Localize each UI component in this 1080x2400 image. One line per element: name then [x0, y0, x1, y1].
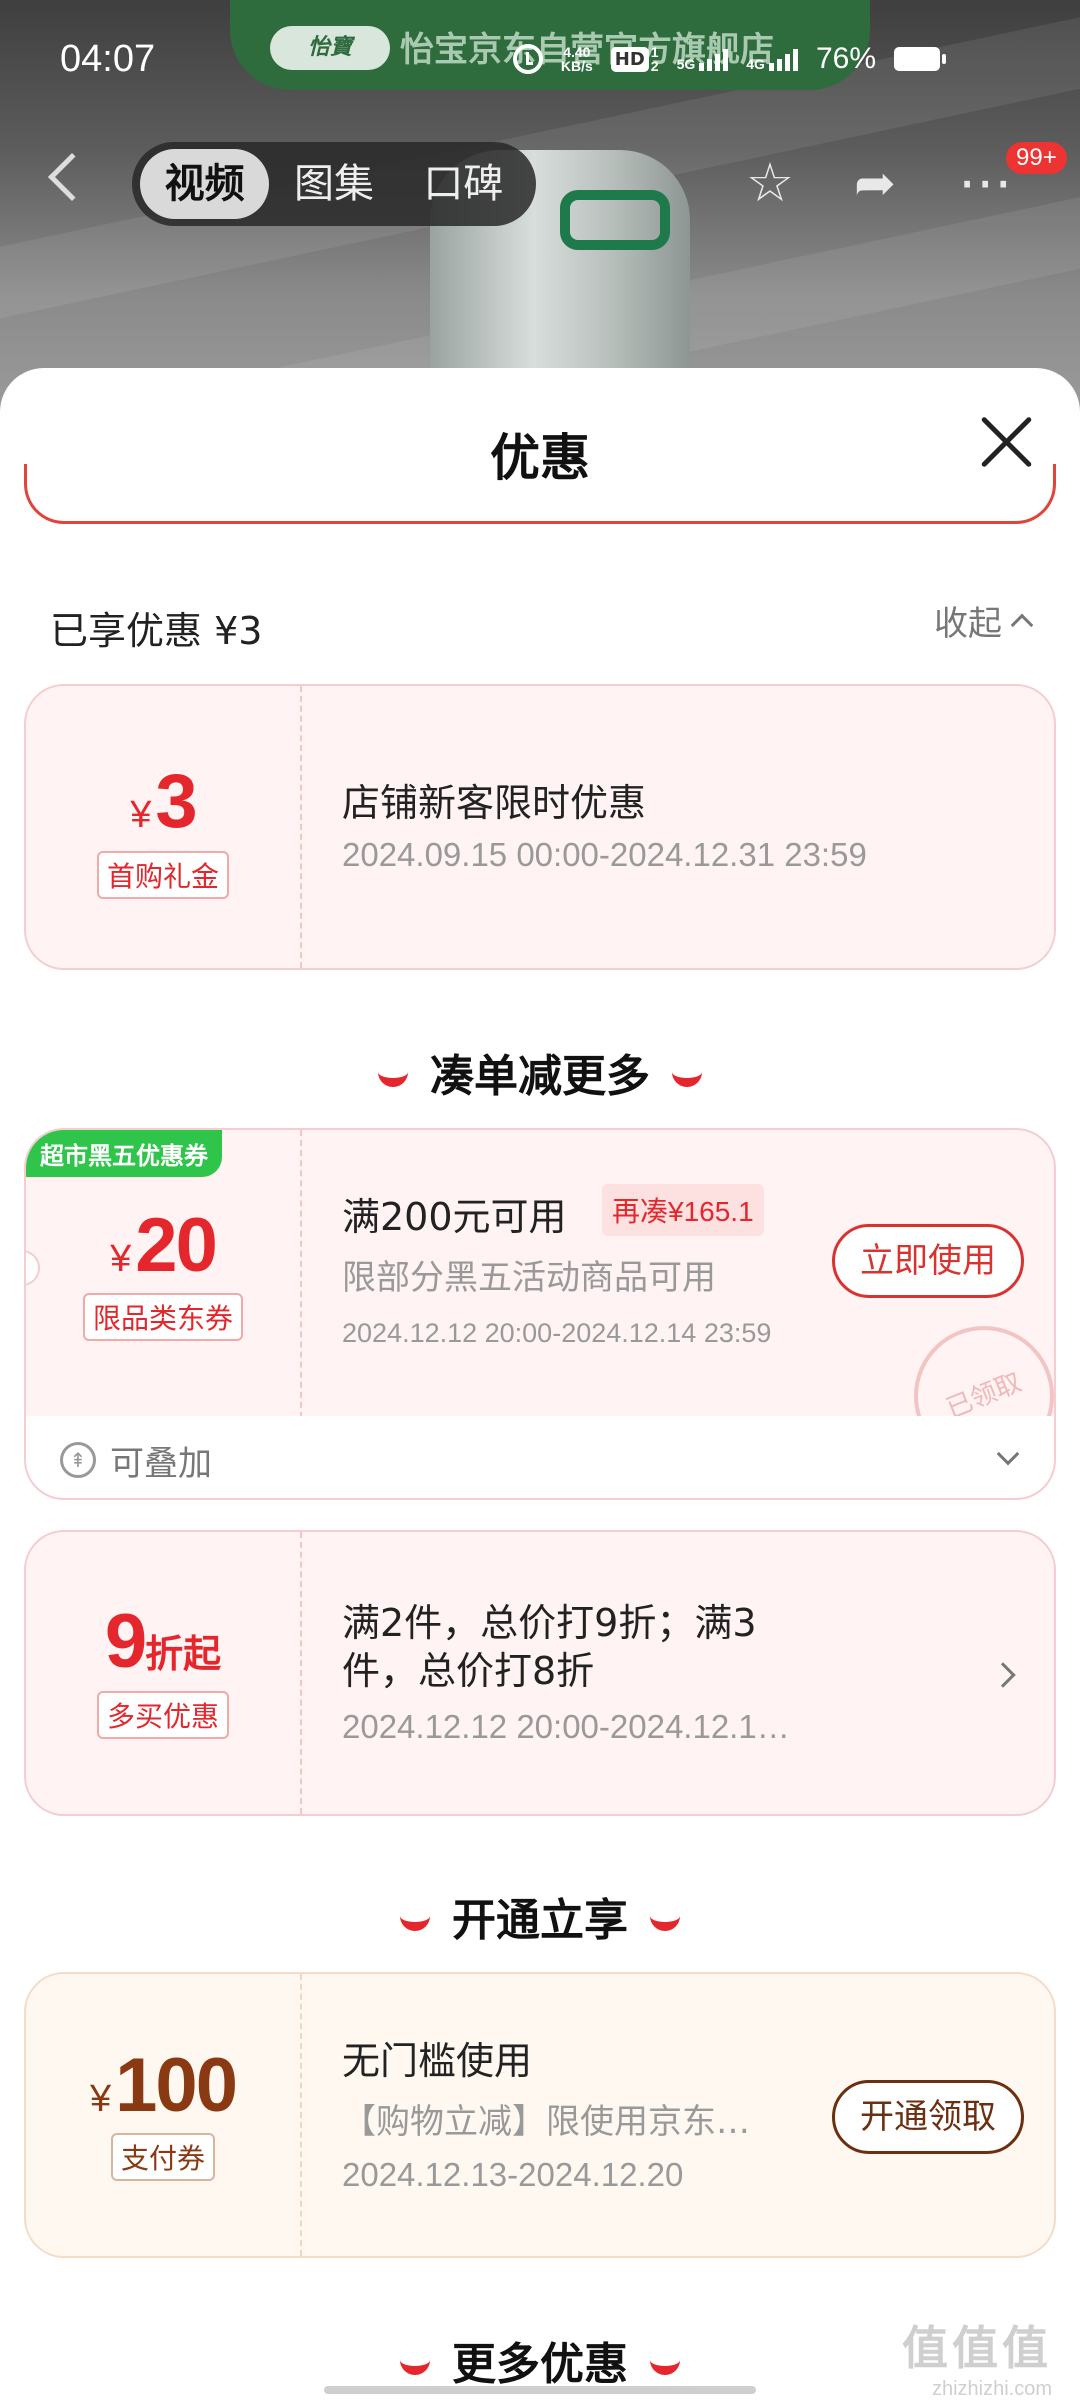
coupon-amount: ¥3 [130, 759, 197, 844]
coupon-card-black-five[interactable]: 超市黑五优惠券 ¥20 限品类东券 满200元可用 再凑¥165.1 限部分黑五… [24, 1128, 1056, 1418]
sim2-label: 2 [650, 58, 659, 74]
coupon-tag: 多买优惠 [96, 1691, 229, 1739]
enjoyed-discount-label: 已享优惠 ¥3 [50, 609, 263, 653]
tab-gallery[interactable]: 图集 [269, 149, 398, 219]
coupon-date: 2024.12.12 20:00-2024.12.1… [342, 1708, 790, 1745]
chevron-right-icon [990, 1662, 1016, 1688]
coupon-value-area: ¥3 首购礼金 [26, 686, 302, 968]
coupon-value-area: ¥100 支付券 [26, 1974, 302, 2256]
top-navigation: 视频 图集 口碑 ☆ ➦ ⋯ 99+ [0, 130, 1080, 240]
back-arrow-icon[interactable] [47, 152, 97, 202]
alarm-icon [512, 44, 543, 74]
status-bar: 04:07 4.40 KB/s HD 1 2 5G 4G 76% [0, 0, 1080, 120]
battery-percent: 76% [815, 42, 876, 75]
close-icon[interactable] [978, 414, 1034, 470]
coupon-tag: 支付券 [110, 2133, 215, 2181]
stack-icon: ⇞ [60, 1442, 96, 1478]
star-icon[interactable]: ☆ [735, 148, 805, 218]
smile-decoration-icon [400, 2359, 430, 2375]
collapse-button[interactable]: 收起 [934, 596, 1034, 645]
coupon-card-payment[interactable]: ¥100 支付券 无门槛使用 【购物立减】限使用京东… 2024.12.13-2… [24, 1972, 1056, 2258]
coupon-title: 满200元可用 [342, 1195, 567, 1239]
coupon-tag: 首购礼金 [96, 851, 229, 899]
status-icons: 4.40 KB/s HD 1 2 5G 4G 76% [512, 42, 946, 76]
amount-needed-pill: 再凑¥165.1 [602, 1184, 764, 1236]
section-heading-open-enjoy: 开通立享 [0, 1884, 1080, 1948]
coupon-value-area: ¥20 限品类东券 [26, 1130, 302, 1418]
message-badge: 99+ [1006, 142, 1067, 174]
discount-sheet: 优惠 已享优惠 ¥3 收起 ¥3 首购礼金 店铺新客限时优惠 2024.09.1… [0, 368, 1080, 2400]
coupon-subtitle: 限部分黑五活动商品可用 [342, 1258, 716, 1298]
coupon-title: 无门槛使用 [342, 2039, 533, 2083]
hd-icon: HD [610, 46, 649, 72]
coupon-date: 2024.12.12 20:00-2024.12.14 23:59 [342, 1318, 772, 1348]
coupon-date: 2024.12.13-2024.12.20 [342, 2156, 684, 2193]
coupon-card-new-customer[interactable]: ¥3 首购礼金 店铺新客限时优惠 2024.09.15 00:00-2024.1… [24, 684, 1056, 970]
tab-video[interactable]: 视频 [140, 149, 270, 219]
chevron-down-icon [996, 1442, 1020, 1466]
coupon-title: 店铺新客限时优惠 [342, 781, 647, 825]
coupon-title-line1: 满2件，总价打9折；满3 [342, 1601, 757, 1645]
collapse-label: 收起 [934, 604, 1002, 644]
discount-rate: 9折起 [104, 1599, 222, 1684]
signal-icon [768, 47, 798, 71]
battery-icon [894, 47, 946, 71]
smile-decoration-icon [400, 1915, 430, 1931]
coupon-amount: ¥20 [110, 1203, 218, 1288]
smile-decoration-icon [650, 1915, 680, 1931]
smile-decoration-icon [650, 2359, 680, 2375]
chevron-up-icon [1010, 613, 1034, 636]
section-heading-more-savings: 凑单减更多 [0, 1040, 1080, 1104]
watermark: 值值值 zhizhizhi.com [902, 2321, 1052, 2400]
previous-card-edge [24, 464, 1056, 524]
smile-decoration-icon [378, 1071, 408, 1087]
hd-indicator: HD 1 2 [610, 45, 659, 74]
use-now-button[interactable]: 立即使用 [832, 1224, 1024, 1298]
claimed-stamp: 已领取 [892, 1304, 1054, 1418]
share-icon[interactable]: ➦ [840, 148, 910, 218]
home-indicator[interactable] [324, 2386, 756, 2394]
signal-icon [699, 47, 729, 71]
coupon-title-line2: 件，总价打8折 [342, 1649, 595, 1693]
stackable-label: 可叠加 [110, 1444, 212, 1484]
media-tabs: 视频 图集 口碑 [132, 142, 536, 226]
stackable-row[interactable]: ⇞ 可叠加 [24, 1416, 1056, 1500]
tab-reviews[interactable]: 口碑 [399, 149, 528, 219]
coupon-tag: 限品类东券 [82, 1293, 243, 1341]
network-speed: 4.40 KB/s [560, 44, 593, 74]
clock: 04:07 [60, 38, 156, 80]
smile-decoration-icon [672, 1071, 702, 1087]
coupon-value-area: 9折起 多买优惠 [26, 1532, 302, 1814]
coupon-amount: ¥100 [90, 2043, 238, 2128]
coupon-subtitle: 【购物立减】限使用京东… [342, 2102, 750, 2142]
signal-5g: 5G [677, 47, 729, 71]
signal-4g: 4G [746, 47, 798, 71]
coupon-card-multi-buy[interactable]: 9折起 多买优惠 满2件，总价打9折；满3 件，总价打8折 2024.12.12… [24, 1530, 1056, 1816]
coupon-date: 2024.09.15 00:00-2024.12.31 23:59 [342, 836, 867, 873]
activate-claim-button[interactable]: 开通领取 [832, 2080, 1024, 2154]
